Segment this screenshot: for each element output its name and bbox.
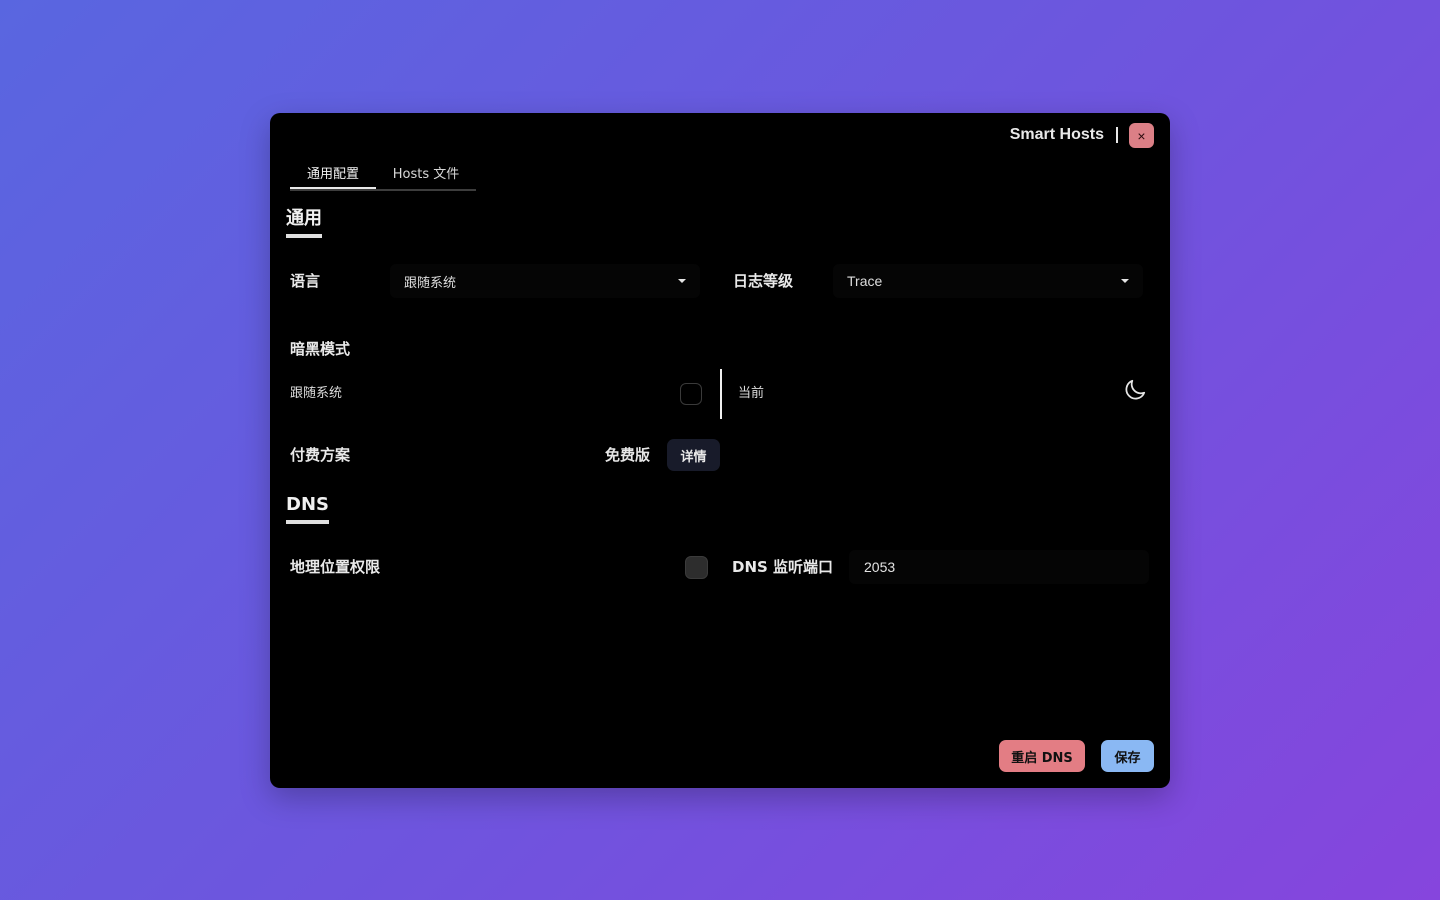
chevron-down-icon [1121, 279, 1129, 283]
dns-port-label: DNS 监听端口 [732, 558, 834, 576]
dark-mode-divider [720, 369, 722, 419]
follow-system-label: 跟随系统 [290, 386, 343, 401]
log-level-label: 日志等级 [733, 272, 794, 290]
log-level-select[interactable]: Trace [833, 264, 1143, 298]
plan-details-button[interactable]: 详情 [667, 439, 720, 471]
moon-icon[interactable] [1122, 377, 1148, 403]
close-button[interactable]: × [1129, 123, 1154, 148]
dns-port-input[interactable] [849, 550, 1149, 584]
general-section-title: 通用 [286, 208, 322, 238]
restart-dns-button[interactable]: 重启 DNS [999, 740, 1085, 772]
language-select[interactable]: 跟随系统 [390, 264, 700, 298]
language-label: 语言 [290, 272, 321, 290]
close-icon: × [1137, 127, 1146, 144]
plan-label: 付费方案 [290, 446, 351, 464]
settings-window: Smart Hosts × 通用配置 Hosts 文件 通用 语言 跟随系统 日… [270, 113, 1170, 788]
log-level-select-value: Trace [847, 273, 883, 289]
follow-system-checkbox[interactable] [680, 383, 702, 405]
tab-hosts-file[interactable]: Hosts 文件 [376, 157, 476, 187]
save-button[interactable]: 保存 [1101, 740, 1154, 772]
title-divider [1116, 127, 1118, 143]
tab-bar: 通用配置 Hosts 文件 [290, 157, 476, 191]
current-mode-label: 当前 [738, 386, 765, 401]
language-select-value: 跟随系统 [404, 275, 457, 291]
dark-mode-label: 暗黑模式 [290, 340, 351, 358]
app-title: Smart Hosts [1009, 126, 1104, 143]
geo-permission-label: 地理位置权限 [290, 558, 381, 576]
chevron-down-icon [678, 279, 686, 283]
plan-value: 免费版 [605, 446, 651, 464]
tab-general-config[interactable]: 通用配置 [290, 157, 376, 189]
dns-section-title: DNS [286, 494, 329, 524]
geo-permission-checkbox[interactable] [685, 556, 708, 579]
